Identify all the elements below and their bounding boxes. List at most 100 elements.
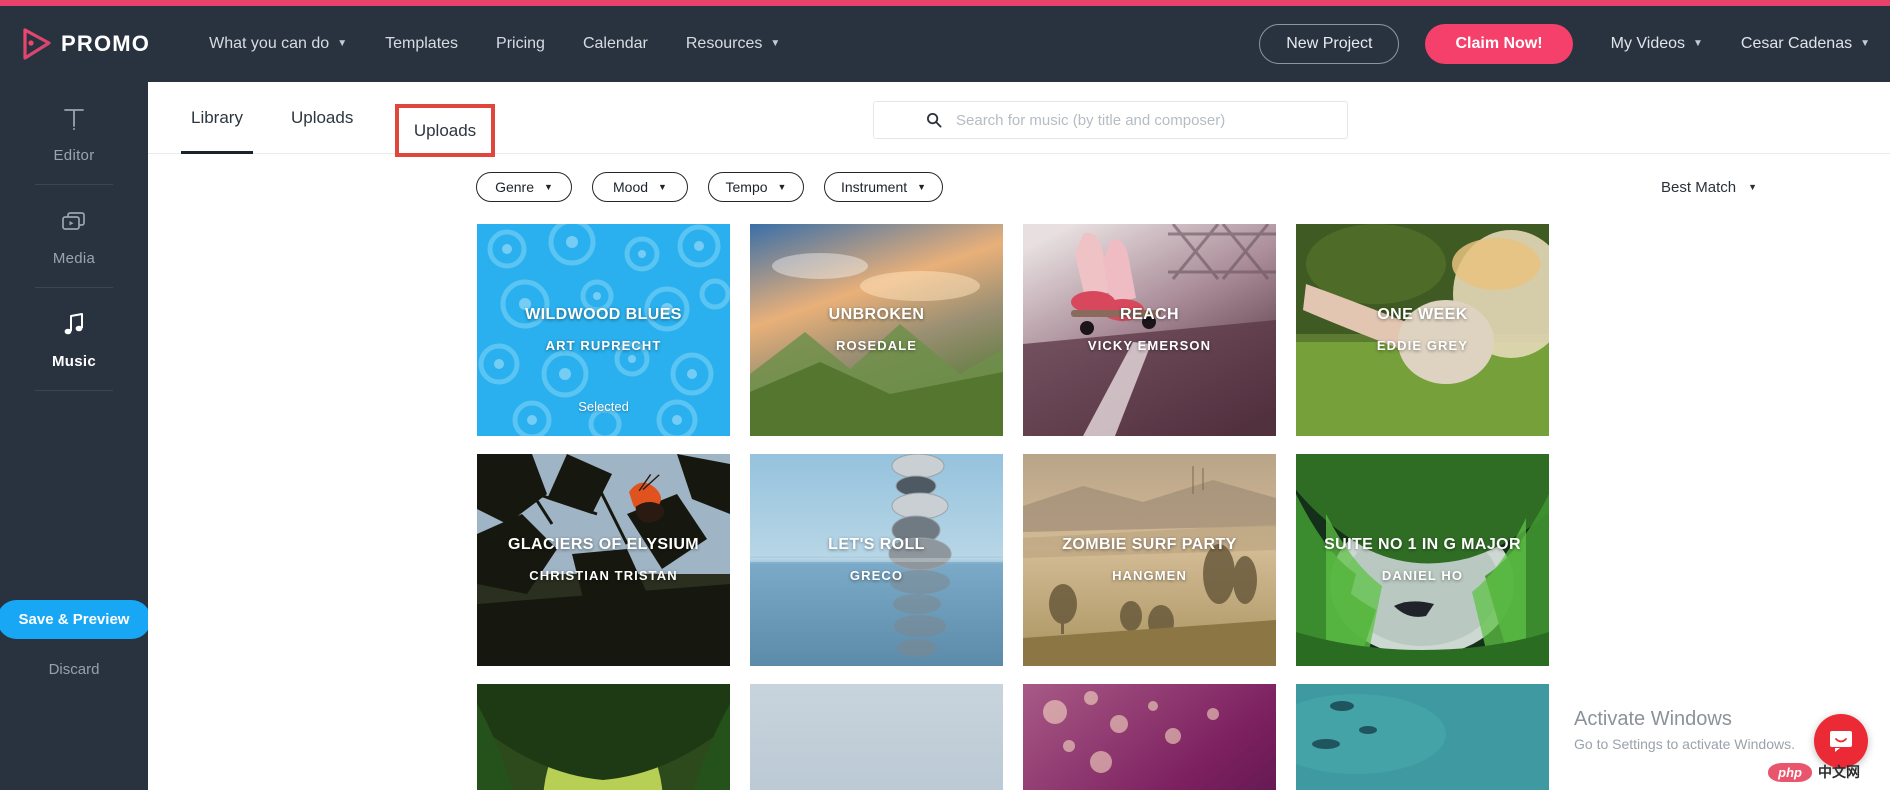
filter-mood[interactable]: Mood ▼ [592, 172, 688, 202]
brand-name: PROMO [61, 31, 151, 56]
filter-instrument[interactable]: Instrument ▼ [824, 172, 944, 202]
track-card[interactable]: SUITE NO 1 IN G MAJOR DANIEL HO [1296, 454, 1549, 666]
track-text [477, 783, 730, 790]
support-chat-button[interactable] [1814, 714, 1868, 768]
track-card[interactable]: ONE WEEK EDDIE GREY [1296, 224, 1549, 436]
nav-item-pricing[interactable]: Pricing [477, 35, 564, 53]
chevron-down-icon: ▼ [770, 38, 781, 49]
track-artwork [477, 684, 730, 790]
sort-label: Best Match [1661, 178, 1737, 196]
search-icon [926, 112, 942, 128]
track-card[interactable]: UNBROKEN ROSEDALE [750, 224, 1003, 436]
track-artist: ROSEDALE [835, 337, 918, 353]
track-title: ONE WEEK [1377, 305, 1468, 323]
filter-label: Mood [613, 179, 649, 195]
nav-label: Pricing [496, 35, 545, 52]
left-tool-rail: Editor Media Music Save & Preview Discar… [0, 82, 152, 790]
track-artwork [750, 684, 1003, 790]
filter-pill-group: Genre ▼ Mood ▼ Tempo ▼ Instrument ▼ [476, 172, 944, 202]
php-logo: php [1768, 762, 1812, 782]
main-content-panel: Library Uploads Favorites Uploads Search… [148, 82, 1890, 790]
nav-item-templates[interactable]: Templates [366, 35, 477, 53]
music-search-box[interactable] [873, 101, 1348, 139]
rail-item-label: Editor [53, 147, 95, 164]
nav-item-resources[interactable]: Resources ▼ [667, 35, 799, 53]
track-text: UNBROKEN ROSEDALE [750, 306, 1003, 353]
track-title: WILDWOOD BLUES [525, 305, 682, 323]
my-videos-label: My Videos [1610, 35, 1686, 52]
new-project-button[interactable]: New Project [1259, 24, 1400, 64]
rail-item-label: Media [52, 250, 96, 267]
rail-item-music[interactable]: Music [0, 288, 148, 390]
nav-label: Resources [685, 35, 763, 52]
account-menu[interactable]: Cesar Cadenas ▼ [1741, 35, 1870, 53]
chevron-down-icon: ▼ [544, 182, 553, 192]
track-card[interactable] [750, 684, 1003, 790]
track-text: ONE WEEK EDDIE GREY [1296, 306, 1549, 353]
search-input[interactable] [956, 111, 1326, 129]
chevron-down-icon: ▼ [658, 182, 667, 192]
activate-windows-watermark: Activate Windows Go to Settings to activ… [1574, 708, 1795, 752]
filter-tempo[interactable]: Tempo ▼ [708, 172, 804, 202]
media-library-icon [61, 207, 87, 237]
track-card[interactable]: GLACIERS OF ELYSIUM CHRISTIAN TRISTAN [477, 454, 730, 666]
rail-item-editor[interactable]: Editor [0, 82, 148, 184]
track-card[interactable] [1296, 684, 1549, 790]
chat-bubble-icon [1830, 731, 1852, 752]
track-artist: HANGMEN [1112, 567, 1187, 583]
track-artist: VICKY EMERSON [1087, 337, 1212, 353]
nav-item-calendar[interactable]: Calendar [564, 35, 667, 53]
filter-label: Tempo [725, 179, 768, 195]
primary-nav: What you can do ▼ Templates Pricing Cale… [190, 35, 799, 53]
filter-label: Instrument [841, 179, 908, 195]
track-card[interactable] [1023, 684, 1276, 790]
nav-label: Calendar [582, 35, 648, 52]
track-text: ZOMBIE SURF PARTY HANGMEN [1023, 536, 1276, 583]
track-card[interactable]: LET'S ROLL GRECO [750, 454, 1003, 666]
account-label: Cesar Cadenas [1740, 35, 1853, 52]
track-title: REACH [1120, 305, 1179, 323]
track-text: REACH VICKY EMERSON [1023, 306, 1276, 353]
tab-uploads[interactable]: Uploads [281, 82, 363, 154]
tab-uploads-highlighted[interactable]: Uploads [395, 104, 495, 157]
tab-label: Uploads [290, 107, 354, 127]
sort-dropdown[interactable]: Best Match ▼ [1661, 179, 1757, 196]
track-title: GLACIERS OF ELYSIUM [507, 535, 700, 553]
music-note-icon [62, 310, 86, 340]
activate-windows-title: Activate Windows [1574, 708, 1732, 730]
rail-item-label: Music [51, 353, 96, 370]
discard-button[interactable]: Discard [49, 661, 100, 678]
track-card[interactable] [477, 684, 730, 790]
filter-label: Genre [495, 179, 534, 195]
nav-item-what-you-can-do[interactable]: What you can do ▼ [190, 35, 366, 53]
chevron-down-icon: ▼ [777, 182, 787, 192]
music-track-grid: WILDWOOD BLUES ART RUPRECHT Selected UNB… [477, 224, 1582, 790]
nav-label: What you can do [209, 35, 330, 52]
header-actions: New Project Claim Now! My Videos ▼ Cesar… [1259, 24, 1870, 64]
tab-library[interactable]: Library [181, 82, 253, 154]
track-artist: ART RUPRECHT [545, 337, 662, 353]
chevron-down-icon: ▼ [917, 182, 927, 192]
track-card[interactable]: WILDWOOD BLUES ART RUPRECHT Selected [477, 224, 730, 436]
track-artist: EDDIE GREY [1376, 337, 1469, 353]
track-text [750, 783, 1003, 790]
track-text: WILDWOOD BLUES ART RUPRECHT [477, 306, 730, 353]
chevron-down-icon: ▼ [1860, 38, 1870, 49]
track-card[interactable]: ZOMBIE SURF PARTY HANGMEN [1023, 454, 1276, 666]
my-videos-menu[interactable]: My Videos ▼ [1611, 35, 1703, 53]
track-text: GLACIERS OF ELYSIUM CHRISTIAN TRISTAN [477, 536, 730, 583]
brand-logo[interactable]: PROMO [22, 28, 150, 60]
save-and-preview-button[interactable]: Save & Preview [0, 600, 152, 639]
track-artwork [1023, 684, 1276, 790]
filter-genre[interactable]: Genre ▼ [476, 172, 572, 202]
track-title: LET'S ROLL [828, 535, 925, 553]
promo-play-logo-icon [23, 28, 51, 60]
nav-label: Templates [385, 35, 459, 52]
rail-footer-actions: Save & Preview Discard [0, 600, 152, 678]
track-selected-badge: Selected [578, 399, 629, 414]
chevron-down-icon: ▼ [1693, 38, 1703, 49]
track-card[interactable]: REACH VICKY EMERSON [1023, 224, 1276, 436]
track-text: SUITE NO 1 IN G MAJOR DANIEL HO [1296, 536, 1549, 583]
claim-now-button[interactable]: Claim Now! [1425, 24, 1573, 64]
rail-item-media[interactable]: Media [0, 185, 148, 287]
